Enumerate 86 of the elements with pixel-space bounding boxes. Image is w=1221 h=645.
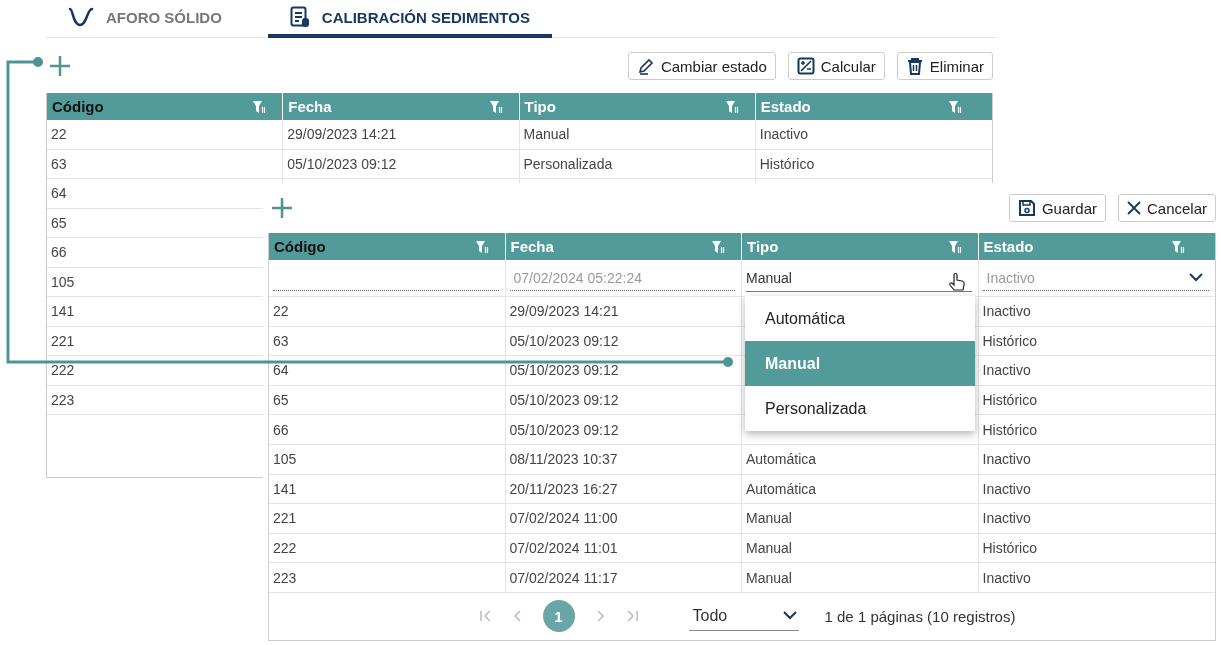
column-header[interactable]: Estado: [755, 93, 992, 120]
table-cell: 22: [269, 297, 506, 326]
table-cell: 05/10/2023 09:12: [505, 415, 742, 444]
table-cell: 05/10/2023 09:12: [505, 385, 742, 415]
toolbar-button[interactable]: Calcular: [787, 52, 885, 80]
table-cell: 29/09/2023 14:21: [505, 297, 742, 326]
table-cell-text: Inactivo: [981, 568, 1032, 588]
filter-icon[interactable]: [474, 239, 489, 254]
document-icon: [289, 6, 310, 28]
table-cell: 65: [269, 385, 506, 415]
table-cell: 141: [269, 474, 506, 504]
last-page-icon[interactable]: [624, 610, 639, 623]
tab[interactable]: CALIBRACIÓN SEDIMENTOS: [267, 0, 552, 38]
table-cell: 63: [269, 326, 506, 356]
table-cell: Automática: [746, 451, 817, 468]
toolbar-button[interactable]: Eliminar: [896, 52, 993, 80]
table-cell-text: Histórico: [981, 391, 1038, 411]
close-icon: [1126, 201, 1141, 215]
table-cell-text: Histórico: [981, 420, 1038, 440]
table-cell: 07/02/2024 11:01: [505, 533, 742, 563]
dropdown-option[interactable]: Manual: [745, 341, 975, 386]
column-header[interactable]: Código: [269, 233, 506, 260]
add-icon[interactable]: [48, 54, 72, 78]
toolbar-button[interactable]: Guardar: [1008, 194, 1106, 222]
next-page-icon[interactable]: [594, 610, 605, 623]
table-cell-text: Histórico: [981, 331, 1038, 351]
filter-icon[interactable]: [711, 239, 725, 254]
save-icon: [1017, 199, 1036, 217]
column-header[interactable]: Tipo: [519, 93, 756, 120]
table-cell: 07/02/2024 11:17: [505, 563, 742, 592]
chevron-down-icon: [782, 611, 797, 621]
table-cell: Manual: [523, 126, 570, 143]
toolbar-button[interactable]: Cancelar: [1117, 194, 1216, 222]
table-cell: 05/10/2023 09:12: [287, 155, 397, 172]
table-cell: Manual: [746, 569, 792, 586]
table-cell: 223: [269, 563, 506, 592]
dropdown-option[interactable]: Personalizada: [745, 386, 975, 431]
dropdown-option[interactable]: Automática: [745, 296, 975, 341]
trash-icon: [905, 57, 924, 75]
table-cell-text: Inactivo: [981, 450, 1032, 470]
table-cell: Automática: [746, 480, 817, 497]
hand-cursor-icon: [947, 272, 966, 292]
wave-icon: [68, 7, 94, 27]
filter-icon[interactable]: [948, 99, 962, 114]
table-cell: Manual: [746, 540, 792, 557]
table-cell: 105: [269, 444, 506, 474]
table-cell: 221: [269, 504, 506, 533]
column-header[interactable]: Fecha: [283, 93, 520, 120]
table-cell: 07/02/2024 11:00: [505, 504, 742, 533]
table-cell-text: Histórico: [981, 539, 1038, 559]
table-cell: 29/09/2023 14:21: [287, 126, 397, 143]
table-cell: Histórico: [759, 155, 815, 172]
filter-icon[interactable]: [252, 99, 267, 114]
filter-icon[interactable]: [1171, 239, 1185, 254]
table-cell: Manual: [746, 510, 792, 527]
calculator-icon: [796, 57, 815, 75]
table-cell: Personalizada: [523, 155, 613, 172]
filter-icon[interactable]: [947, 239, 962, 254]
table-cell: 66: [269, 415, 506, 444]
table-cell: 08/11/2023 10:37: [505, 444, 742, 474]
page-size-select[interactable]: Todo: [688, 601, 799, 632]
toolbar-button[interactable]: Cambiar estado: [627, 52, 776, 80]
column-header[interactable]: Estado: [978, 233, 1215, 260]
pencil-icon: [636, 57, 655, 75]
table-cell: 64: [269, 356, 506, 385]
table-cell: 63: [47, 149, 284, 178]
chevron-down-icon: [1189, 273, 1203, 282]
add-icon[interactable]: [270, 196, 294, 220]
table-cell-text: Inactivo: [981, 479, 1032, 499]
table-cell: Inactivo: [759, 126, 808, 143]
tab[interactable]: AFORO SÓLIDO: [68, 0, 244, 38]
table-cell: 222: [269, 533, 506, 563]
table-cell: 20/11/2023 16:27: [505, 474, 742, 504]
previous-page-icon[interactable]: [512, 610, 523, 623]
filter-icon[interactable]: [488, 99, 503, 114]
table-cell: 05/10/2023 09:12: [505, 326, 742, 356]
column-header[interactable]: Código: [47, 93, 284, 120]
page-summary: 1 de 1 páginas (10 registros): [824, 607, 1016, 625]
table-cell-text: Inactivo: [981, 509, 1032, 529]
table-cell: 22: [47, 120, 284, 149]
first-page-icon[interactable]: [478, 610, 493, 623]
table-cell-text: Inactivo: [981, 361, 1032, 381]
table-cell-text: Inactivo: [981, 302, 1032, 322]
filter-icon[interactable]: [724, 99, 739, 114]
column-header[interactable]: Fecha: [505, 233, 742, 260]
column-header[interactable]: Tipo: [742, 233, 979, 260]
